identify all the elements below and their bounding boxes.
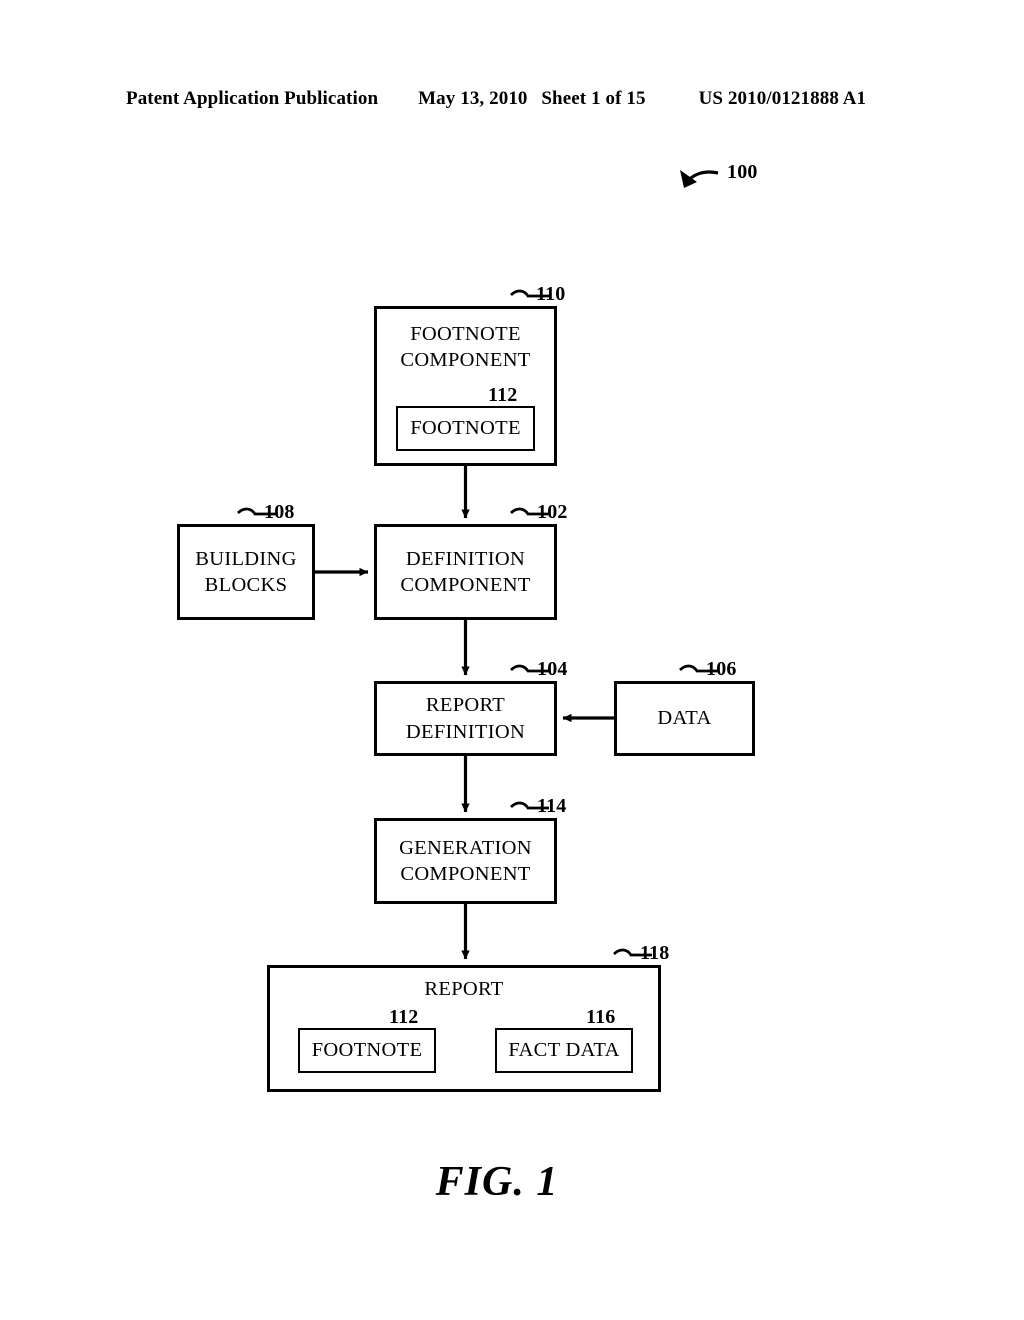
ref-112-bottom: 112 bbox=[389, 1006, 419, 1028]
figure-caption: FIG. 1 bbox=[0, 1158, 1024, 1206]
node-footnote-inner-label: FOOTNOTE bbox=[410, 417, 521, 440]
node-definition-component: DEFINITION COMPONENT bbox=[374, 524, 557, 620]
node-footnote-component-label: FOOTNOTE COMPONENT bbox=[400, 323, 531, 372]
ref-108: 108 bbox=[264, 501, 295, 523]
node-generation-component: GENERATION COMPONENT bbox=[374, 818, 557, 904]
ref-118: 118 bbox=[640, 942, 670, 964]
node-data-label: DATA bbox=[657, 707, 712, 730]
node-fact-data: FACT DATA bbox=[495, 1028, 633, 1073]
node-report-label: REPORT bbox=[424, 978, 504, 1000]
connector-layer bbox=[237, 170, 719, 1055]
ref-116: 116 bbox=[586, 1006, 616, 1028]
node-building-blocks-label: BUILDING BLOCKS bbox=[195, 547, 297, 596]
node-report-definition-label: REPORT DEFINITION bbox=[405, 694, 526, 743]
ref-106: 106 bbox=[706, 658, 737, 680]
ref-102: 102 bbox=[537, 501, 568, 523]
ref-114: 114 bbox=[537, 795, 567, 817]
node-fact-data-label: FACT DATA bbox=[508, 1039, 620, 1062]
node-generation-component-label: GENERATION COMPONENT bbox=[399, 836, 532, 885]
ref-110: 110 bbox=[536, 283, 566, 305]
node-data: DATA bbox=[614, 681, 755, 756]
figure-caption-text: FIG. 1 bbox=[435, 1159, 559, 1205]
figure-1-diagram: 100 110 112 108 102 104 106 114 118 112 … bbox=[0, 0, 1024, 1320]
node-footnote-inner: FOOTNOTE bbox=[396, 406, 535, 451]
ref-100: 100 bbox=[727, 161, 758, 183]
system-ref-leader bbox=[680, 170, 719, 188]
ref-104: 104 bbox=[537, 658, 568, 680]
ref-112-top: 112 bbox=[488, 384, 518, 406]
node-report-footnote: FOOTNOTE bbox=[298, 1028, 436, 1073]
node-building-blocks: BUILDING BLOCKS bbox=[177, 524, 315, 620]
node-report-definition: REPORT DEFINITION bbox=[374, 681, 557, 756]
node-definition-component-label: DEFINITION COMPONENT bbox=[400, 547, 531, 596]
node-report-footnote-label: FOOTNOTE bbox=[311, 1039, 423, 1062]
